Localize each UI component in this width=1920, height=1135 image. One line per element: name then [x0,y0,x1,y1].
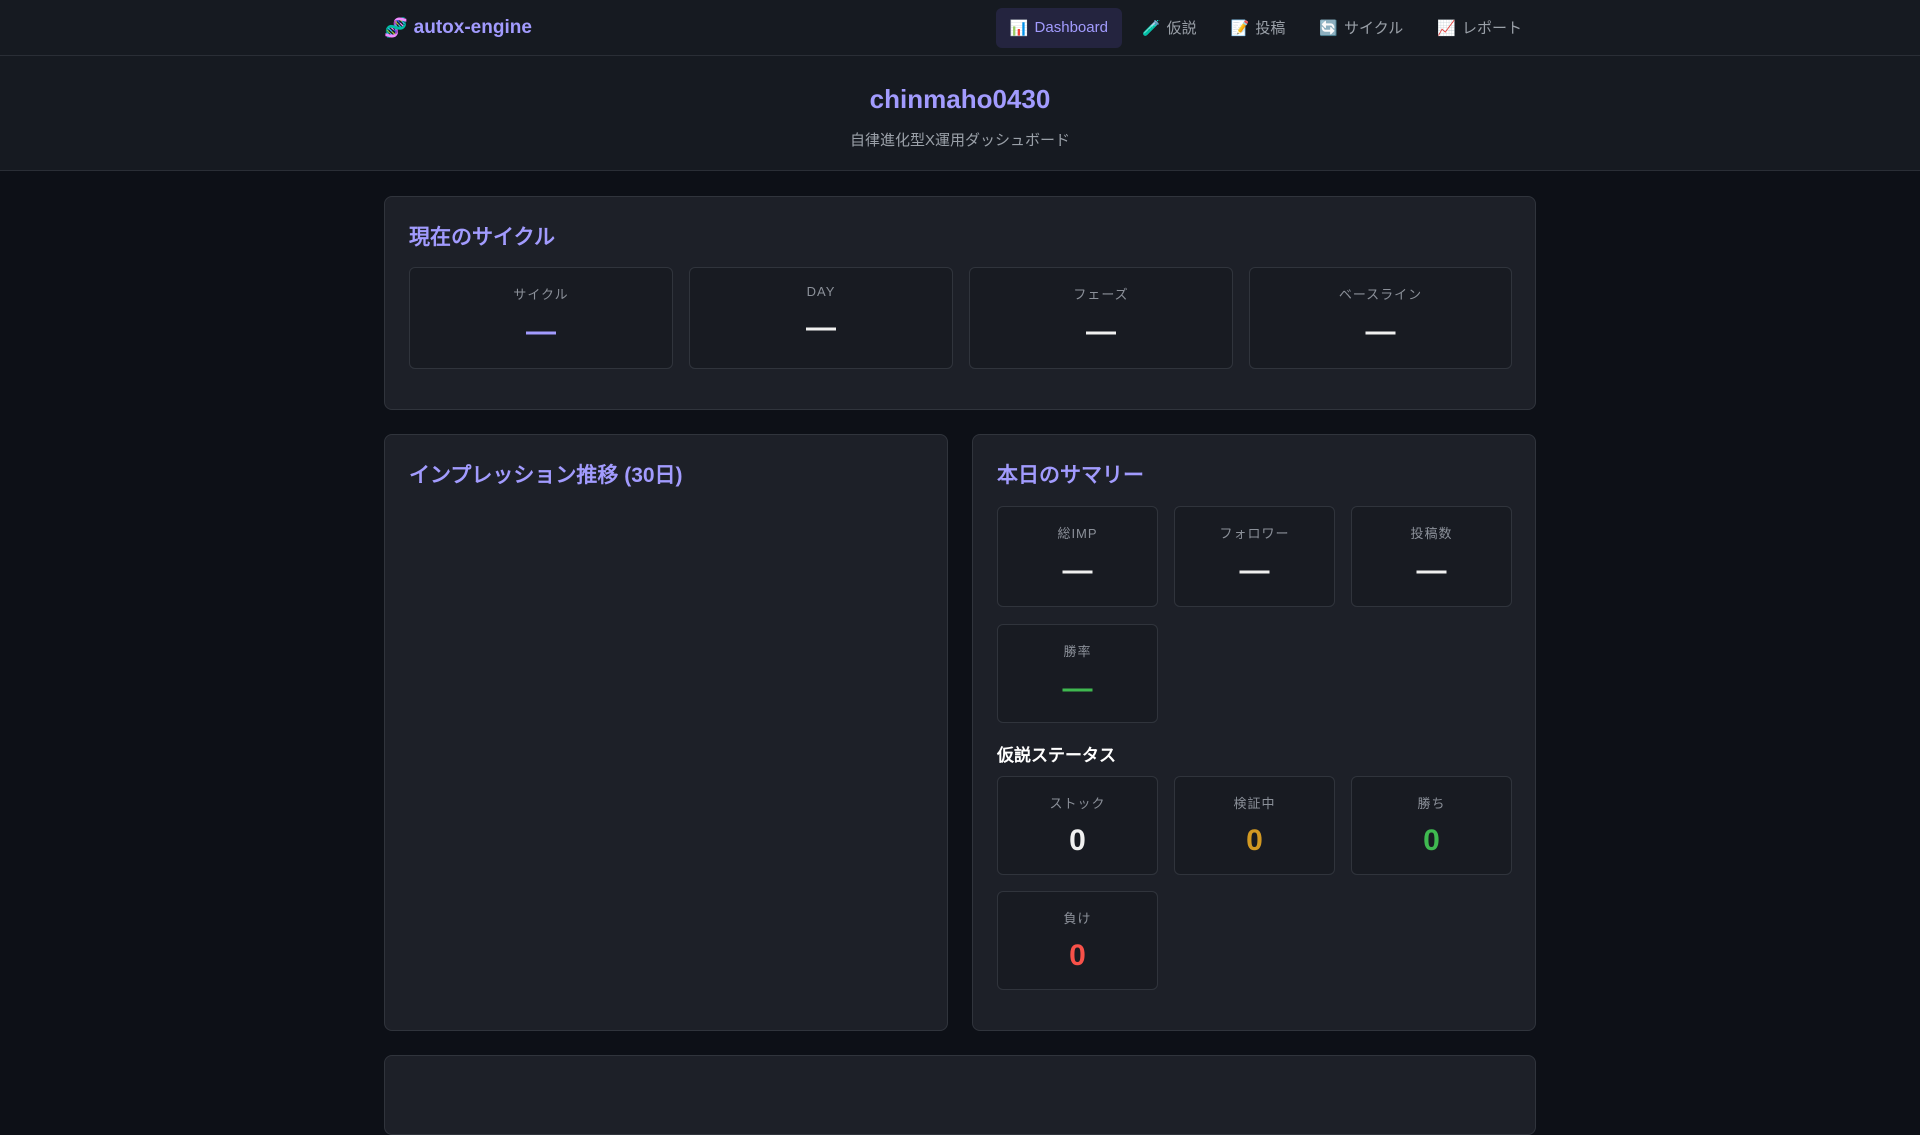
metric-win-rate: 勝率 — [997,624,1158,723]
nav-posts[interactable]: 📝 投稿 [1217,6,1300,49]
metric-label: フェーズ [1073,287,1129,302]
metric-label: 投稿数 [1410,526,1453,541]
bottom-card [384,1055,1536,1135]
nav-cycle[interactable]: 🔄 サイクル [1305,6,1417,49]
status-testing: 検証中 0 [1174,776,1335,875]
page-subtitle: 自律進化型X運用ダッシュボード [849,132,1070,149]
metric-value: — [1239,554,1270,587]
metric-label: フォロワー [1219,526,1290,541]
chart-icon: 📊 [1009,19,1029,37]
page-title: chinmaho0430 [869,84,1051,114]
top-nav: 🧬 autox-engine 📊 Dashboard 🧪 仮説 📝 投稿 🔄 サイクル 📈… [0,0,1920,56]
metric-value: 0 [1423,824,1440,857]
metric-value: — [1062,672,1093,705]
metric-value: — [1086,315,1116,348]
metric-label: 検証中 [1233,796,1276,811]
metric-value: 0 [1246,824,1263,857]
metric-followers: フォロワー — [1174,506,1335,607]
metric-value: — [806,311,836,344]
card-title: 本日のサマリー [997,464,1144,487]
metric-post-count: 投稿数 — [1351,506,1512,607]
nav-label: 投稿 [1255,20,1286,37]
metric-label: 勝ち [1417,796,1446,811]
status-lose: 負け 0 [997,891,1158,990]
memo-icon: 📝 [1230,19,1250,37]
metric-label: 勝率 [1063,644,1092,659]
nav-label: Dashboard [1034,19,1108,36]
dna-icon: 🧬 [384,17,408,39]
trend-icon: 📈 [1437,19,1456,37]
metric-label: DAY [806,284,836,299]
test-tube-icon: 🧪 [1141,19,1161,37]
nav-dashboard[interactable]: 📊 Dashboard [995,7,1122,48]
hypothesis-status-heading: 仮説ステータス [997,746,1116,765]
metric-value: 0 [1069,824,1086,857]
page-header: chinmaho0430 自律進化型X運用ダッシュボード [0,56,1920,171]
card-title: 現在のサイクル [409,226,555,249]
metric-total-imp: 総IMP — [997,506,1158,607]
logo[interactable]: 🧬 autox-engine [384,16,532,40]
metric-label: ストック [1049,796,1106,811]
nav-label: サイクル [1344,20,1404,37]
metric-value: — [1365,315,1396,348]
metric-baseline: ベースライン — [1249,267,1512,369]
nav-label: 仮説 [1166,20,1197,37]
card-title: インプレッション推移 (30日) [409,464,683,487]
metric-label: ベースライン [1338,287,1423,302]
nav-label: レポート [1461,20,1522,37]
metric-value: — [526,315,556,348]
status-win: 勝ち 0 [1351,776,1512,875]
metric-label: サイクル [513,287,569,302]
metric-value: 0 [1069,939,1086,972]
cycle-icon: 🔄 [1319,19,1339,37]
impressions-card: インプレッション推移 (30日) [384,434,948,1031]
current-cycle-card: 現在のサイクル サイクル — DAY — フェーズ — ベースライン — [384,196,1536,410]
status-stock: ストック 0 [997,776,1158,875]
metric-value: — [1416,554,1447,587]
metric-label: 負け [1063,911,1092,926]
metric-value: — [1062,554,1093,587]
metric-label: 総IMP [1057,526,1098,541]
logo-text: autox-engine [413,16,532,38]
metric-day: DAY — [689,267,953,369]
nav-report[interactable]: 📈 レポート [1423,6,1536,49]
metric-cycle: サイクル — [409,267,673,369]
metric-phase: フェーズ — [969,267,1233,369]
summary-card: 本日のサマリー 総IMP — フォロワー — 投稿数 — 勝率 — 仮説ステータス スト… [972,434,1536,1031]
nav-hypothesis[interactable]: 🧪 仮説 [1128,6,1211,49]
